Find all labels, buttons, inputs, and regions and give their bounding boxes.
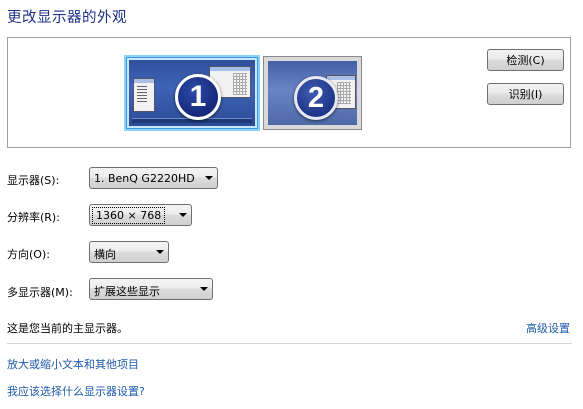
chevron-down-icon	[179, 213, 187, 217]
resolution-select-value: 1360 × 768	[92, 207, 166, 224]
orientation-label: 方向(O):	[7, 248, 50, 261]
multiple-displays-select[interactable]: 扩展这些显示	[89, 278, 213, 300]
monitor-1-screen: 1	[129, 60, 255, 126]
mini-window-left	[133, 78, 155, 112]
monitor-2-number-badge: 2	[294, 76, 338, 120]
chevron-down-icon	[156, 250, 164, 254]
display-settings-help-link[interactable]: 我应该选择什么显示器设置?	[7, 383, 145, 399]
display-select-value: 1. BenQ G2220HD	[94, 172, 195, 185]
multiple-displays-select-value: 扩展这些显示	[94, 285, 160, 298]
monitor-1[interactable]: 1	[124, 55, 260, 131]
resolution-label: 分辨率(R):	[7, 211, 60, 224]
page-title: 更改显示器的外观	[7, 10, 127, 26]
monitor-1-number-badge: 1	[175, 74, 221, 120]
primary-display-status: 这是您当前的主显示器。	[7, 322, 128, 335]
detect-button[interactable]: 检测(C)	[487, 49, 564, 71]
display-select[interactable]: 1. BenQ G2220HD	[89, 167, 218, 189]
chevron-down-icon	[205, 176, 213, 180]
advanced-settings-link[interactable]: 高级设置	[526, 320, 570, 336]
monitor-arrangement-preview: 1 2 检测(C) 识别(I)	[7, 37, 571, 148]
multiple-displays-label: 多显示器(M):	[7, 286, 73, 299]
divider	[7, 343, 572, 344]
monitor-2[interactable]: 2	[263, 56, 362, 130]
orientation-select[interactable]: 横向	[89, 241, 169, 263]
monitor-2-screen: 2	[268, 61, 357, 125]
text-size-link[interactable]: 放大或缩小文本和其他项目	[7, 356, 139, 372]
identify-button[interactable]: 识别(I)	[487, 83, 564, 105]
chevron-down-icon	[200, 287, 208, 291]
resolution-select[interactable]: 1360 × 768	[89, 204, 192, 226]
orientation-select-value: 横向	[94, 248, 116, 261]
display-label: 显示器(S):	[7, 174, 60, 187]
